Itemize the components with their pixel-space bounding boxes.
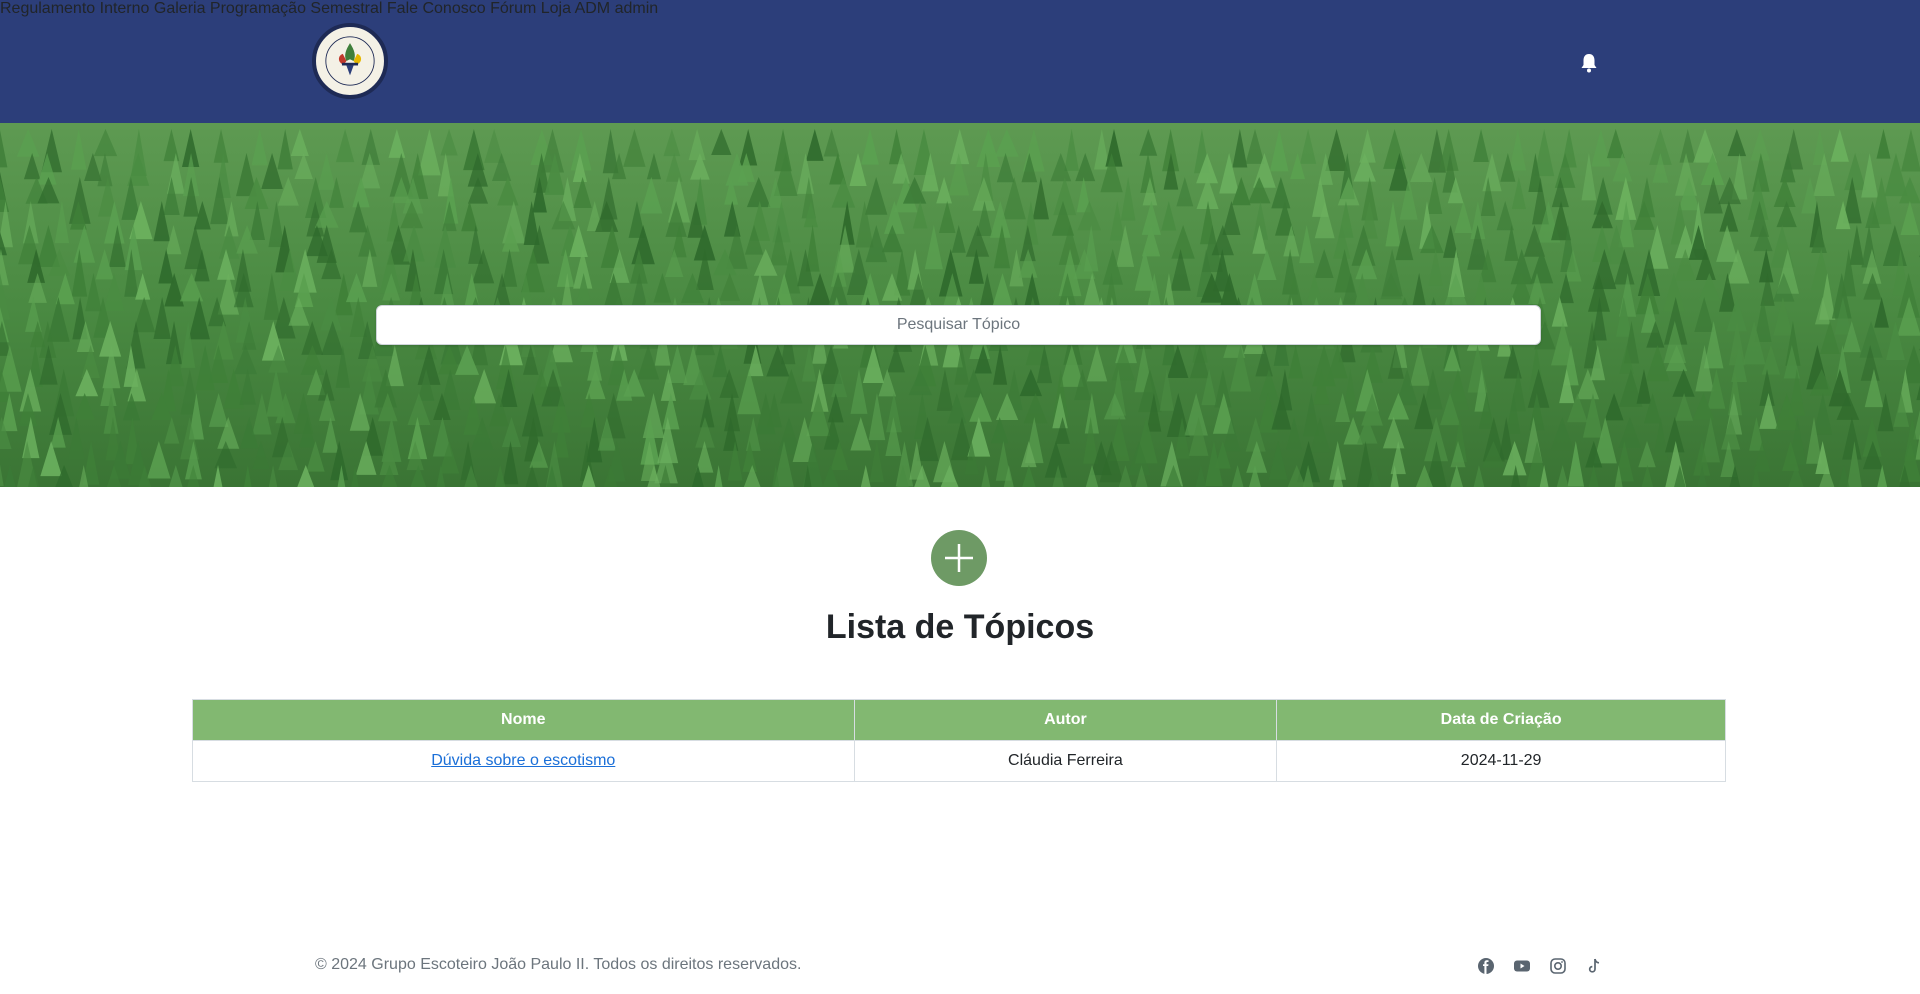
group-logo[interactable] <box>312 23 388 99</box>
topic-author-cell: Cláudia Ferreira <box>853 740 1278 782</box>
nav-forum[interactable]: Fórum <box>490 0 536 17</box>
topic-link[interactable]: Dúvida sobre o escotismo <box>431 752 615 769</box>
nav-adm[interactable]: ADM <box>575 0 611 17</box>
nav-admin-user[interactable]: admin <box>615 0 659 17</box>
top-navbar: Regulamento Interno Galeria Programação … <box>0 0 1920 123</box>
column-header-name[interactable]: Nome <box>192 699 855 741</box>
page-title: Lista de Tópicos <box>825 608 1095 646</box>
topic-name-cell: Dúvida sobre o escotismo <box>192 740 855 782</box>
search-topic-input[interactable] <box>376 305 1541 345</box>
footer-copyright: © 2024 Grupo Escoteiro João Paulo II. To… <box>315 956 802 973</box>
hero-banner <box>0 123 1920 487</box>
instagram-icon[interactable] <box>1548 956 1568 976</box>
nav-galeria[interactable]: Galeria <box>154 0 206 17</box>
nav-loja[interactable]: Loja <box>541 0 571 17</box>
topic-date-cell: 2024-11-29 <box>1276 740 1726 782</box>
bell-icon[interactable] <box>1580 52 1598 74</box>
add-topic-button[interactable] <box>931 530 987 586</box>
table-header-row: Nome Autor Data de Criação <box>192 699 1726 741</box>
youtube-icon[interactable] <box>1512 956 1532 976</box>
nav-programacao-semestral[interactable]: Programação Semestral <box>210 0 383 17</box>
facebook-icon[interactable] <box>1476 956 1496 976</box>
nav-fale-conosco[interactable]: Fale Conosco <box>387 0 486 17</box>
plus-icon <box>945 544 973 572</box>
column-header-author[interactable]: Autor <box>853 699 1278 741</box>
tiktok-icon[interactable] <box>1584 956 1604 976</box>
topics-table: Nome Autor Data de Criação Dúvida sobre … <box>192 699 1726 782</box>
table-row: Dúvida sobre o escotismo Cláudia Ferreir… <box>192 740 1726 782</box>
nav-regulamento-interno[interactable]: Regulamento Interno <box>0 0 149 17</box>
scout-emblem-icon <box>317 28 383 94</box>
column-header-date[interactable]: Data de Criação <box>1276 699 1726 741</box>
